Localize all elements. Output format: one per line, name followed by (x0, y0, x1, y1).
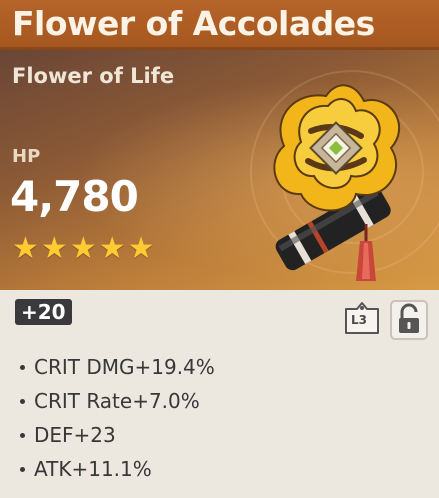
substat-label: DEF+23 (34, 423, 116, 447)
rarity-stars: ★ ★ ★ ★ ★ (12, 234, 155, 264)
unlock-icon (399, 303, 419, 333)
preset-tag-label: L3 (351, 313, 367, 327)
star-icon: ★ (69, 231, 97, 266)
substat-label: ATK+11.1% (34, 457, 152, 481)
artifact-card: Flower of Accolades Flower of Life HP 4,… (0, 0, 439, 498)
star-icon: ★ (127, 231, 155, 266)
substat-item: CRIT Rate+7.0% (20, 384, 215, 418)
star-icon: ★ (40, 231, 68, 266)
level-badge: +20 (15, 299, 72, 325)
bullet-icon (20, 364, 25, 370)
main-stat-value: 4,780 (10, 172, 139, 221)
bullet-icon (20, 432, 25, 438)
bullet-icon (20, 466, 25, 472)
star-icon: ★ (12, 231, 39, 266)
substat-item: ATK+11.1% (20, 452, 215, 486)
substat-item: CRIT DMG+19.4% (20, 350, 215, 384)
main-stat-name: HP (12, 146, 41, 167)
artifact-details-panel: +20 L3 CRIT DMG+19.4% CRIT Rate+7.0% DEF+2… (0, 290, 439, 498)
bullet-icon (20, 398, 25, 404)
star-icon: ★ (98, 231, 126, 266)
substat-label: CRIT DMG+19.4% (34, 355, 215, 379)
preset-tag[interactable]: L3 (342, 299, 382, 337)
substat-item: DEF+23 (20, 418, 215, 452)
artifact-type: Flower of Life (12, 64, 175, 88)
lock-toggle-button[interactable] (390, 300, 428, 340)
artifact-name: Flower of Accolades (12, 4, 375, 43)
title-bar: Flower of Accolades (0, 0, 439, 50)
substat-label: CRIT Rate+7.0% (34, 389, 200, 413)
flower-artifact-image (273, 84, 401, 281)
substat-list: CRIT DMG+19.4% CRIT Rate+7.0% DEF+23 ATK+11… (20, 350, 215, 486)
artifact-hero: Flower of Life HP 4,780 ★ ★ ★ ★ ★ (0, 50, 439, 290)
